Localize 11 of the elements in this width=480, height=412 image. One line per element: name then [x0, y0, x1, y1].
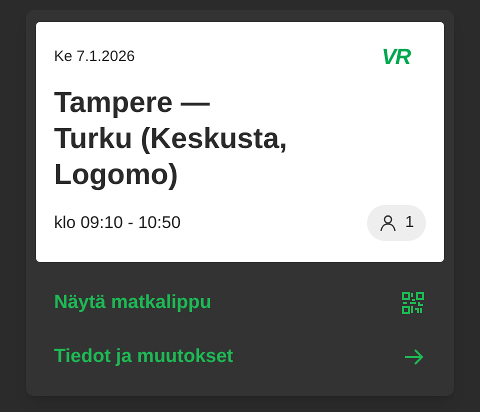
passenger-count: 1 — [405, 212, 414, 232]
person-icon — [379, 214, 398, 232]
route-title: Tampere — Turku (Keskusta, Logomo) — [54, 86, 288, 192]
qr-code-icon — [402, 292, 424, 314]
action-link[interactable]: Tiedot ja muutokset — [36, 330, 444, 384]
logo: VR — [382, 46, 410, 68]
action-link[interactable]: Näytä matkalippu — [36, 276, 444, 330]
ticket-card[interactable]: Ke 7.1.2026 VR Tampere — Turku (Keskusta, Logomo) klo 09:10 - 10:50 1 — [36, 22, 444, 262]
time-text: klo 09:10 - 10:50 — [54, 212, 181, 234]
date-text: Ke 7.1.2026 — [54, 47, 135, 67]
arrow-right-icon — [404, 348, 424, 366]
